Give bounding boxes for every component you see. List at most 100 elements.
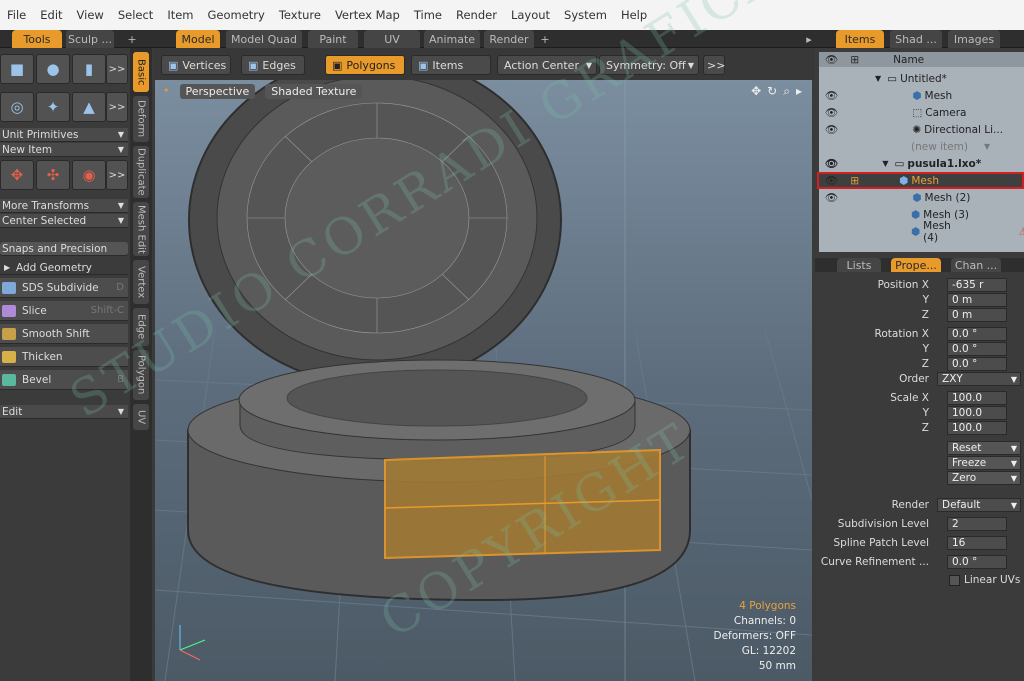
scale-x-field[interactable]: 100.0 — [947, 391, 1007, 405]
tab-tools[interactable]: Tools — [12, 30, 62, 48]
viewport-menu-icon[interactable]: • — [163, 84, 170, 99]
add-left-tab-button[interactable]: + — [124, 30, 140, 48]
tab-uv[interactable]: UV — [364, 30, 420, 48]
item-camera[interactable]: 👁 ⬚ Camera — [819, 104, 1024, 121]
menu-file[interactable]: File — [0, 8, 33, 22]
tab-properties[interactable]: Prope... — [891, 258, 941, 272]
edges-mode-button[interactable]: ▣ Edges — [241, 55, 305, 75]
vtab-vertex[interactable]: Vertex — [133, 260, 149, 304]
vertices-mode-button[interactable]: ▣ Vertices — [161, 55, 231, 75]
menu-render[interactable]: Render — [449, 8, 504, 22]
subdivision-level-field[interactable]: 2 — [947, 517, 1007, 531]
tab-animate[interactable]: Animate — [424, 30, 480, 48]
position-y-field[interactable]: 0 m — [947, 293, 1007, 307]
rotation-x-field[interactable]: 0.0 ° — [947, 327, 1007, 341]
star-primitive-button[interactable]: ✦ — [36, 92, 70, 122]
rotate-tool-button[interactable]: ✣ — [36, 160, 70, 190]
item-mesh[interactable]: 👁 ⬢ Mesh — [819, 87, 1024, 104]
item-mesh-4[interactable]: ⬢ Mesh (4) ⚠ — [819, 220, 1024, 244]
smooth-shift-button[interactable]: Smooth Shift — [0, 324, 128, 344]
snaps-and-precision-button[interactable]: Snaps and Precision — [0, 242, 128, 256]
tab-sculpt[interactable]: Sculp ... — [66, 30, 114, 48]
menu-texture[interactable]: Texture — [272, 8, 328, 22]
item-mesh-2[interactable]: 👁 ⬢ Mesh (2) — [819, 189, 1024, 206]
tab-lists[interactable]: Lists — [837, 258, 881, 272]
new-item-row[interactable]: (new item) ▼ — [819, 138, 1024, 155]
scale-z-field[interactable]: 100.0 — [947, 421, 1007, 435]
tab-model-quad[interactable]: Model Quad — [226, 30, 302, 48]
tab-shader[interactable]: Shad ... — [890, 30, 942, 48]
item-scene-pusula[interactable]: 👁 ▼ ▭ pusula1.lxo* — [819, 155, 1024, 172]
dropdown-label: ZXY — [942, 373, 963, 385]
menu-time[interactable]: Time — [407, 8, 449, 22]
scroll-right-icon[interactable]: ▸ — [803, 30, 815, 48]
rotation-z-field[interactable]: 0.0 ° — [947, 357, 1007, 371]
pan-icon[interactable]: ✥ — [751, 84, 761, 99]
tab-model[interactable]: Model — [176, 30, 220, 48]
tab-render[interactable]: Render — [484, 30, 534, 48]
menu-view[interactable]: View — [70, 8, 111, 22]
menu-edit[interactable]: Edit — [33, 8, 69, 22]
position-x-field[interactable]: -635 r — [947, 278, 1007, 292]
linear-uvs-toggle[interactable]: Linear UVs — [949, 574, 1020, 586]
maximize-icon[interactable]: ▸ — [796, 84, 802, 99]
add-geometry-section[interactable]: ▶ Add Geometry — [0, 261, 128, 275]
new-item-dropdown[interactable]: New Item ▼ — [0, 143, 128, 157]
spline-patch-level-field[interactable]: 16 — [947, 536, 1007, 550]
menu-layout[interactable]: Layout — [504, 8, 557, 22]
vtab-uv[interactable]: UV — [133, 404, 149, 430]
item-directional-light[interactable]: 👁 ✺ Directional Li... — [819, 121, 1024, 138]
cube-primitive-button[interactable]: ■ — [0, 54, 34, 84]
item-label: Mesh — [911, 174, 939, 187]
freeze-button[interactable]: Freeze ▼ — [947, 456, 1021, 470]
unit-primitives-dropdown[interactable]: Unit Primitives ▼ — [0, 128, 128, 142]
vtab-mesh-edit[interactable]: Mesh Edit — [133, 202, 149, 256]
torus-primitive-button[interactable]: ◎ — [0, 92, 34, 122]
order-dropdown[interactable]: ZXY ▼ — [937, 372, 1021, 386]
scale-y-field[interactable]: 100.0 — [947, 406, 1007, 420]
more-primitives-button-2[interactable]: >> — [106, 92, 128, 122]
vtab-basic[interactable]: Basic — [133, 52, 149, 92]
more-transforms-button[interactable]: >> — [106, 160, 128, 190]
more-icon: >> — [108, 63, 126, 75]
zoom-icon[interactable]: ⌕ — [783, 84, 790, 99]
sphere-primitive-button[interactable]: ● — [36, 54, 70, 84]
tab-images[interactable]: Images — [948, 30, 1000, 48]
cone-primitive-button[interactable]: ▲ — [72, 92, 106, 122]
tab-paint[interactable]: Paint — [308, 30, 358, 48]
curve-refinement-field[interactable]: 0.0 ° — [947, 555, 1007, 569]
tab-items[interactable]: Items — [836, 30, 884, 48]
shading-mode-dropdown[interactable]: Shaded Texture — [265, 84, 363, 99]
items-mode-button[interactable]: ▣ Items — [411, 55, 491, 75]
reset-button[interactable]: Reset ▼ — [947, 441, 1021, 455]
menu-system[interactable]: System — [557, 8, 614, 22]
cylinder-primitive-button[interactable]: ▮ — [72, 54, 106, 84]
perspective-view-dropdown[interactable]: Perspective — [179, 84, 256, 99]
more-transforms-dropdown[interactable]: More Transforms ▼ — [0, 199, 128, 213]
menu-select[interactable]: Select — [111, 8, 160, 22]
menu-geometry[interactable]: Geometry — [201, 8, 272, 22]
scale-tool-button[interactable]: ◉ — [72, 160, 106, 190]
position-z-field[interactable]: 0 m — [947, 308, 1007, 322]
item-mesh-selected[interactable]: 👁 ⊞ ⬢ Mesh — [817, 172, 1024, 189]
move-tool-button[interactable]: ✥ — [0, 160, 34, 190]
vtab-duplicate[interactable]: Duplicate — [133, 146, 149, 198]
menu-item[interactable]: Item — [160, 8, 200, 22]
more-primitives-button[interactable]: >> — [106, 54, 128, 84]
slice-button[interactable]: Slice Shift-C — [0, 301, 128, 321]
more-toolbar-button[interactable]: >> — [703, 55, 725, 75]
add-tab-button[interactable]: + — [538, 30, 552, 48]
vtab-deform[interactable]: Deform — [133, 96, 149, 142]
rotation-y-field[interactable]: 0.0 ° — [947, 342, 1007, 356]
item-scene-untitled[interactable]: ▼ ▭ Untitled* — [819, 70, 1024, 87]
polygons-mode-button[interactable]: ▣ Polygons — [325, 55, 405, 75]
tab-channels[interactable]: Chan ... — [951, 258, 1001, 272]
render-dropdown[interactable]: Default ▼ — [937, 498, 1021, 512]
sds-subdivide-button[interactable]: SDS Subdivide D — [0, 278, 128, 298]
zero-button[interactable]: Zero ▼ — [947, 471, 1021, 485]
center-selected-dropdown[interactable]: Center Selected ▼ — [0, 214, 128, 228]
name-column-header[interactable]: Name — [893, 54, 924, 66]
item-mesh-3[interactable]: ⬢ Mesh (3) — [819, 206, 1024, 223]
menu-vertex-map[interactable]: Vertex Map — [328, 8, 407, 22]
rotate-view-icon[interactable]: ↻ — [767, 84, 777, 99]
